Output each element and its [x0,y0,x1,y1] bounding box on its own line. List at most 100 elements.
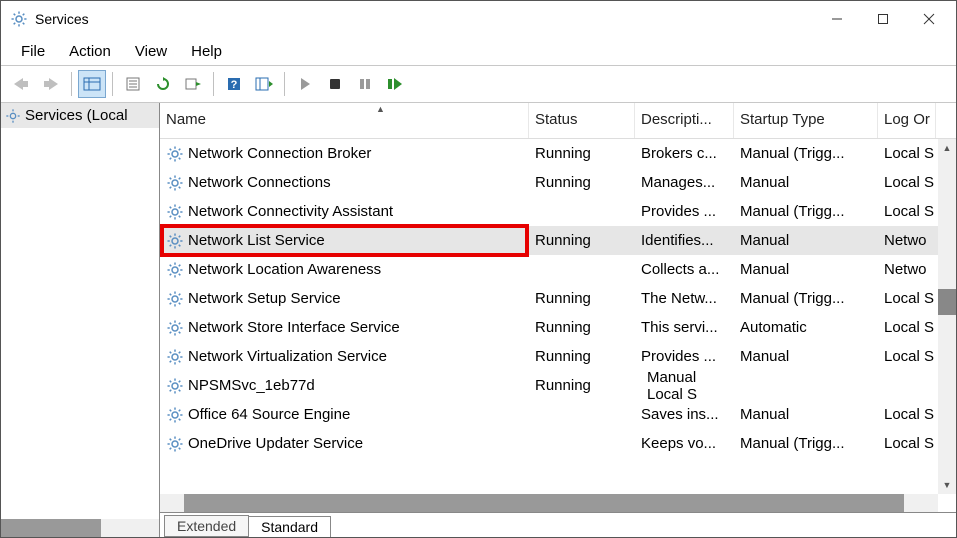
help-button[interactable]: ? [220,70,248,98]
start-service-button[interactable] [291,70,319,98]
col-status[interactable]: Status [529,103,635,138]
service-description: ManualLocal S [635,369,734,403]
service-status: Running [529,145,635,162]
service-logon: Local S [878,203,936,220]
gear-icon [166,406,184,424]
service-startup: Manual (Trigg... [734,203,878,220]
scroll-thumb[interactable] [938,289,956,315]
service-row[interactable]: Office 64 Source EngineSaves ins...Manua… [160,400,956,429]
gear-icon [166,174,184,192]
svg-text:?: ? [231,79,238,91]
nav-label: Services (Local [25,107,128,124]
service-name: Office 64 Source Engine [188,406,350,423]
content-area: Services (Local Name▲ Status Descripti..… [1,103,956,537]
service-startup: Manual (Trigg... [734,435,878,452]
gear-icon [166,145,184,163]
menu-view[interactable]: View [123,39,179,64]
bottom-tabs: Extended Standard [160,513,956,537]
show-hide-tree-button[interactable] [78,70,106,98]
service-status: Running [529,377,635,394]
service-row[interactable]: Network ConnectionsRunningManages...Manu… [160,168,956,197]
grid-horizontal-scrollbar[interactable] [160,494,938,512]
service-logon: Local S [878,290,936,307]
view-button[interactable] [250,70,278,98]
service-name: Network List Service [188,232,325,249]
restart-service-button[interactable] [381,70,409,98]
service-name: Network Location Awareness [188,261,381,278]
service-description: Provides ... [635,348,734,365]
service-logon: Netwo [878,232,936,249]
gear-icon [166,435,184,453]
gear-icon [166,203,184,221]
service-row[interactable]: Network List ServiceRunningIdentifies...… [160,226,956,255]
service-startup: Manual [734,232,878,249]
nav-tree: Services (Local [1,103,160,537]
col-log-on-as[interactable]: Log Or [878,103,936,138]
service-row[interactable]: Network Virtualization ServiceRunningPro… [160,342,956,371]
service-row[interactable]: Network Connectivity AssistantProvides .… [160,197,956,226]
col-startup-type[interactable]: Startup Type [734,103,878,138]
tab-extended[interactable]: Extended [164,515,249,537]
service-logon: Local S [878,435,936,452]
service-name: OneDrive Updater Service [188,435,363,452]
service-description: Brokers c... [635,145,734,162]
grid-vertical-scrollbar[interactable]: ▲ ▼ [938,139,956,494]
service-row[interactable]: Network Store Interface ServiceRunningTh… [160,313,956,342]
window-title: Services [35,11,89,27]
gear-icon [166,377,184,395]
service-logon: Local S [878,174,936,191]
menubar: File Action View Help [1,37,956,65]
service-logon: Local S [878,348,936,365]
service-status: Running [529,319,635,336]
service-description: Manages... [635,174,734,191]
menu-action[interactable]: Action [57,39,123,64]
service-name: Network Connections [188,174,331,191]
titlebar: Services [1,1,956,37]
refresh-button[interactable] [149,70,177,98]
grid-body: Network Connection BrokerRunningBrokers … [160,139,956,458]
service-description: Collects a... [635,261,734,278]
service-description: Keeps vo... [635,435,734,452]
scroll-up-icon[interactable]: ▲ [938,139,956,157]
service-logon: Netwo [878,261,936,278]
forward-button[interactable] [37,70,65,98]
service-status: Running [529,348,635,365]
minimize-button[interactable] [814,4,860,34]
col-description[interactable]: Descripti... [635,103,734,138]
pause-service-button[interactable] [351,70,379,98]
col-name[interactable]: Name▲ [160,103,529,138]
service-row[interactable]: Network Connection Broker RunningBrokers … [160,139,956,168]
properties-button[interactable] [119,70,147,98]
nav-services-local[interactable]: Services (Local [1,103,159,128]
gear-icon [166,290,184,308]
service-status: Running [529,290,635,307]
scroll-down-icon[interactable]: ▼ [938,476,956,494]
service-logon: Local S [641,386,699,403]
service-logon: Local S [878,319,936,336]
service-logon: Local S [878,406,936,423]
service-row[interactable]: Network Location AwarenessCollects a...M… [160,255,956,284]
app-gear-icon [9,9,29,29]
menu-help[interactable]: Help [179,39,234,64]
maximize-button[interactable] [860,4,906,34]
service-row[interactable]: OneDrive Updater Service Keeps vo...Manua… [160,429,956,458]
menu-file[interactable]: File [9,39,57,64]
export-list-button[interactable] [179,70,207,98]
service-startup: Automatic [734,319,878,336]
service-startup: Manual (Trigg... [734,145,878,162]
service-name: Network Connection Broker [188,145,371,162]
back-button[interactable] [7,70,35,98]
service-description: This servi... [635,319,734,336]
stop-service-button[interactable] [321,70,349,98]
gear-icon [166,348,184,366]
service-row[interactable]: Network Setup ServiceRunningThe Netw...M… [160,284,956,313]
close-button[interactable] [906,4,952,34]
main-panel: Name▲ Status Descripti... Startup Type L… [160,103,956,537]
service-description: Provides ... [635,203,734,220]
service-row[interactable]: NPSMSvc_1eb77dRunningManualLocal S [160,371,956,400]
service-status: Running [529,232,635,249]
tab-standard[interactable]: Standard [248,516,331,537]
service-startup: Manual [734,174,878,191]
toolbar: ? [1,65,956,103]
nav-horizontal-scrollbar[interactable] [1,519,159,537]
